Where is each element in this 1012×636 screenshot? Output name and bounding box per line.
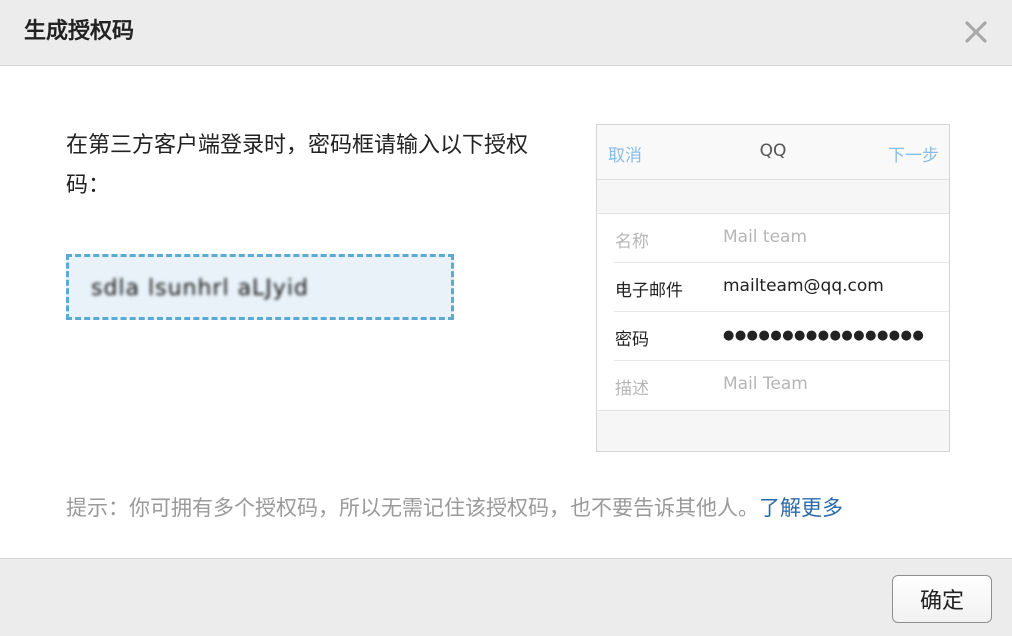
preview-next-link: 下一步 <box>888 146 939 166</box>
preview-row-label: 名称 <box>615 232 649 252</box>
learn-more-link[interactable]: 了解更多 <box>759 496 843 520</box>
preview-row-value: Mail Team <box>723 374 808 394</box>
auth-code-box: sdla lsunhrl aLJyid <box>66 254 454 320</box>
preview-row-value: mailteam@qq.com <box>723 276 884 296</box>
preview-nav-bar: 取消 QQ 下一步 <box>597 125 949 180</box>
dialog-header: 生成授权码 <box>0 0 1012 66</box>
dialog-footer: 确定 <box>0 558 1012 636</box>
tip-text-line: 提示：你可拥有多个授权码，所以无需记住该授权码，也不要告诉其他人。了解更多 <box>66 490 843 526</box>
dialog-title: 生成授权码 <box>24 19 135 44</box>
preview-row-label: 电子邮件 <box>615 281 683 301</box>
auth-code-text: sdla lsunhrl aLJyid <box>91 276 309 301</box>
instruction-text: 在第三方客户端登录时，密码框请输入以下授权码： <box>66 133 529 198</box>
preview-row-value: ●●●●●●●●●●●●●●●●● <box>723 328 925 343</box>
close-icon[interactable] <box>960 16 992 48</box>
preview-row-value: Mail team <box>723 227 808 247</box>
client-login-preview: 取消 QQ 下一步 名称 Mail team 电子邮件 mailteam@qq.… <box>596 124 950 452</box>
tip-text: 提示：你可拥有多个授权码，所以无需记住该授权码，也不要告诉其他人。 <box>66 496 759 520</box>
preview-row-email: 电子邮件 mailteam@qq.com <box>597 263 949 312</box>
auth-code-dialog: 生成授权码 在第三方客户端登录时，密码框请输入以下授权码： sdla lsunh… <box>0 0 1012 636</box>
preview-row-password: 密码 ●●●●●●●●●●●●●●●●● <box>597 312 949 361</box>
preview-form: 名称 Mail team 电子邮件 mailteam@qq.com 密码 ●●●… <box>597 213 949 411</box>
preview-row-name: 名称 Mail team <box>597 214 949 263</box>
preview-row-label: 描述 <box>615 379 649 399</box>
preview-row-label: 密码 <box>615 330 649 350</box>
preview-row-description: 描述 Mail Team <box>597 361 949 410</box>
confirm-button[interactable]: 确定 <box>892 575 992 623</box>
